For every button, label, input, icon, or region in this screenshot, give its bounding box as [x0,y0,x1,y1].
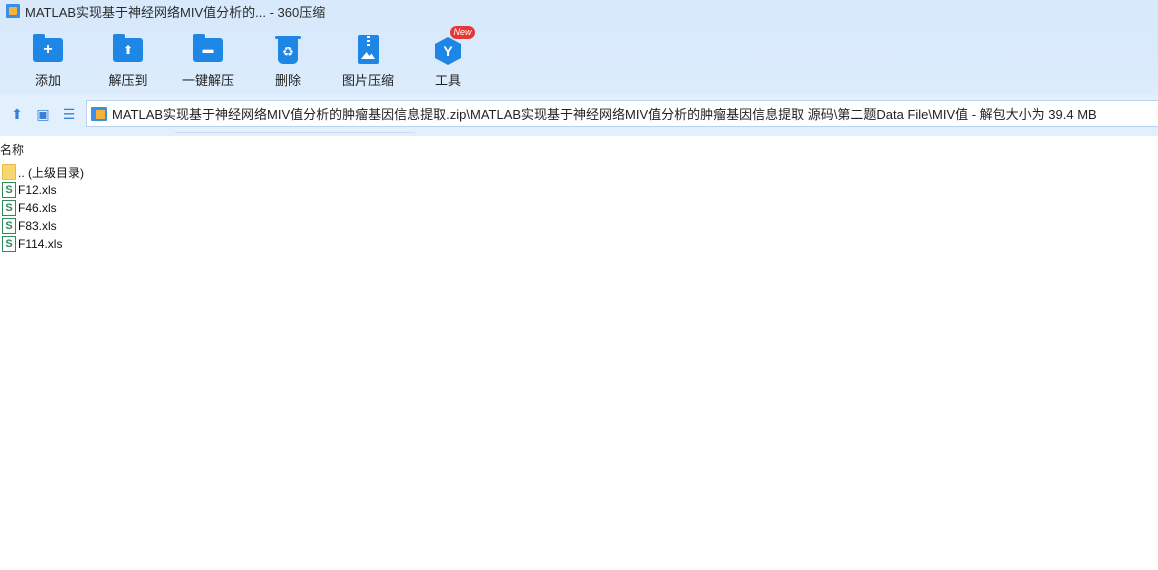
image-compress-button[interactable]: 图片压缩 [328,34,408,89]
file-name: F12.xls [18,183,57,197]
app-logo-icon [6,4,20,18]
list-item[interactable]: S F12.xls [0,181,1158,199]
oneclick-extract-button[interactable]: ▬ 一键解压 [168,34,248,89]
file-name: F83.xls [18,219,57,233]
folder-icon [2,164,16,180]
file-list: .. (上级目录) S F12.xls S F46.xls S F83.xls … [0,163,1158,253]
file-name: .. (上级目录) [18,165,84,180]
spreadsheet-icon: S [2,200,16,216]
file-name: F114.xls [18,237,63,251]
delete-label: 删除 [274,73,301,88]
tools-button[interactable]: Y New 工具 [408,26,488,89]
toolbar: + 添加 ⬆ 解压到 ▬ 一键解压 ♻ 删除 图片压缩 Y New 工具 [0,22,1158,95]
list-item[interactable]: S F114.xls [0,235,1158,253]
column-header[interactable]: 名称 [0,141,1158,159]
recycle-bin-icon: ♻ [272,34,304,66]
add-button[interactable]: + 添加 [8,34,88,89]
extract-folder-icon: ⬆ [112,34,144,66]
list-item[interactable]: .. (上级目录) [0,163,1158,181]
address-path: MATLAB实现基于神经网络MIV值分析的肿瘤基因信息提取.zip\MATLAB… [112,107,1097,122]
add-folder-icon: + [32,34,64,66]
tools-cube-icon: Y New [432,26,475,66]
title-bar: MATLAB实现基于神经网络MIV值分析的... - 360压缩 [0,0,1158,22]
add-button-label: 添加 [34,73,61,88]
image-compress-icon [352,34,384,66]
new-badge: New [450,26,475,39]
spreadsheet-icon: S [2,236,16,252]
extract-to-label: 解压到 [108,73,148,88]
list-view-icon[interactable]: ☰ [61,106,77,122]
up-arrow-icon[interactable]: ⬆ [9,106,25,122]
list-item[interactable]: S F83.xls [0,217,1158,235]
window-title: MATLAB实现基于神经网络MIV值分析的... - 360压缩 [25,4,326,20]
delete-button[interactable]: ♻ 删除 [248,34,328,89]
address-bar[interactable]: MATLAB实现基于神经网络MIV值分析的肿瘤基因信息提取.zip\MATLAB… [86,100,1158,127]
archive-icon [91,106,107,121]
tools-label: 工具 [434,73,461,88]
spreadsheet-icon: S [2,218,16,234]
thumbnail-view-icon[interactable]: ▣ [35,106,51,122]
column-name-header[interactable]: 名称 [0,143,24,157]
spreadsheet-icon: S [2,182,16,198]
image-compress-label: 图片压缩 [341,73,394,88]
oneclick-extract-icon: ▬ [192,34,224,66]
oneclick-extract-label: 一键解压 [181,73,234,88]
list-item[interactable]: S F46.xls [0,199,1158,217]
navigation-bar: ⬆ ▣ ☰ MATLAB实现基于神经网络MIV值分析的肿瘤基因信息提取.zip\… [0,95,1158,136]
extract-to-button[interactable]: ⬆ 解压到 [88,34,168,89]
divider [175,132,415,133]
file-name: F46.xls [18,201,57,215]
